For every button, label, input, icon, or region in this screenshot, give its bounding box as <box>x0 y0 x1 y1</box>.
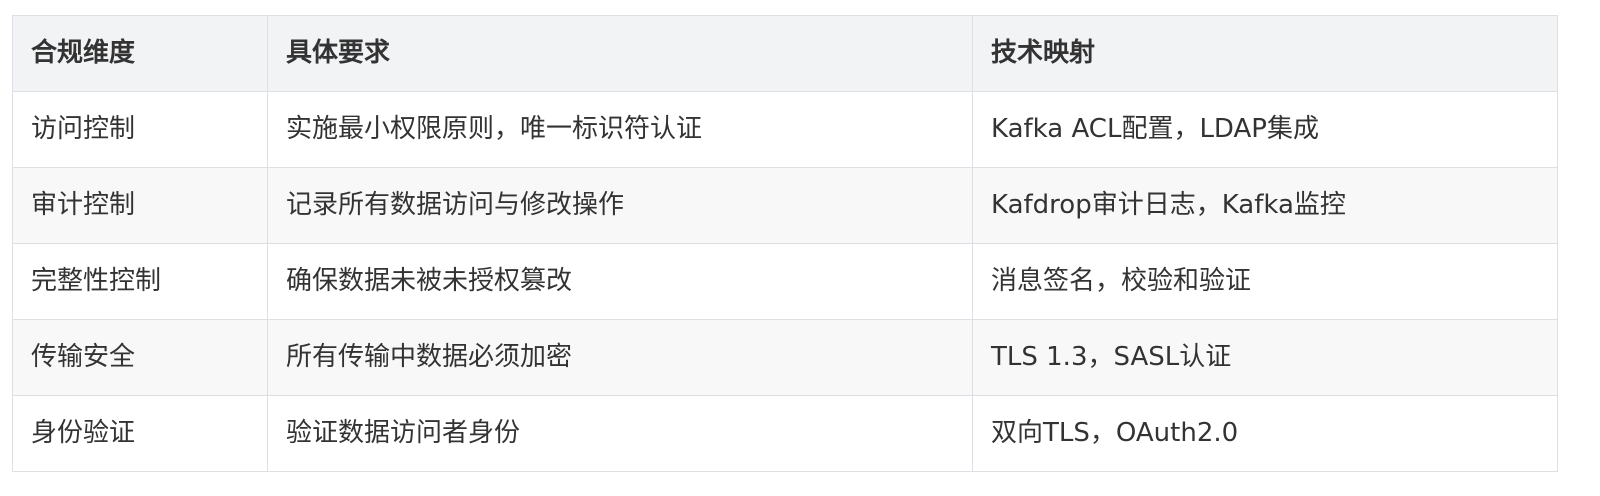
compliance-table-container: 合规维度 具体要求 技术映射 访问控制 实施最小权限原则，唯一标识符认证 Kaf… <box>12 15 1558 472</box>
cell-requirement: 实施最小权限原则，唯一标识符认证 <box>267 91 973 168</box>
table-row: 访问控制 实施最小权限原则，唯一标识符认证 Kafka ACL配置，LDAP集成 <box>12 91 1558 168</box>
cell-mapping: Kafka ACL配置，LDAP集成 <box>972 91 1558 168</box>
cell-dimension: 身份验证 <box>12 395 268 472</box>
cell-requirement: 确保数据未被未授权篡改 <box>267 243 973 320</box>
cell-mapping: Kafdrop审计日志，Kafka监控 <box>972 167 1558 244</box>
table-header-row: 合规维度 具体要求 技术映射 <box>12 15 1558 92</box>
header-compliance-dimension: 合规维度 <box>12 15 268 92</box>
cell-dimension: 完整性控制 <box>12 243 268 320</box>
cell-mapping: 消息签名，校验和验证 <box>972 243 1558 320</box>
table-row: 身份验证 验证数据访问者身份 双向TLS，OAuth2.0 <box>12 395 1558 472</box>
cell-requirement: 记录所有数据访问与修改操作 <box>267 167 973 244</box>
header-technical-mapping: 技术映射 <box>972 15 1558 92</box>
header-specific-requirement: 具体要求 <box>267 15 973 92</box>
cell-mapping: TLS 1.3，SASL认证 <box>972 319 1558 396</box>
table-row: 完整性控制 确保数据未被未授权篡改 消息签名，校验和验证 <box>12 243 1558 320</box>
cell-requirement: 验证数据访问者身份 <box>267 395 973 472</box>
cell-dimension: 访问控制 <box>12 91 268 168</box>
compliance-mapping-table: 合规维度 具体要求 技术映射 访问控制 实施最小权限原则，唯一标识符认证 Kaf… <box>12 15 1558 472</box>
cell-mapping: 双向TLS，OAuth2.0 <box>972 395 1558 472</box>
cell-requirement: 所有传输中数据必须加密 <box>267 319 973 396</box>
cell-dimension: 传输安全 <box>12 319 268 396</box>
cell-dimension: 审计控制 <box>12 167 268 244</box>
table-row: 传输安全 所有传输中数据必须加密 TLS 1.3，SASL认证 <box>12 319 1558 396</box>
table-row: 审计控制 记录所有数据访问与修改操作 Kafdrop审计日志，Kafka监控 <box>12 167 1558 244</box>
